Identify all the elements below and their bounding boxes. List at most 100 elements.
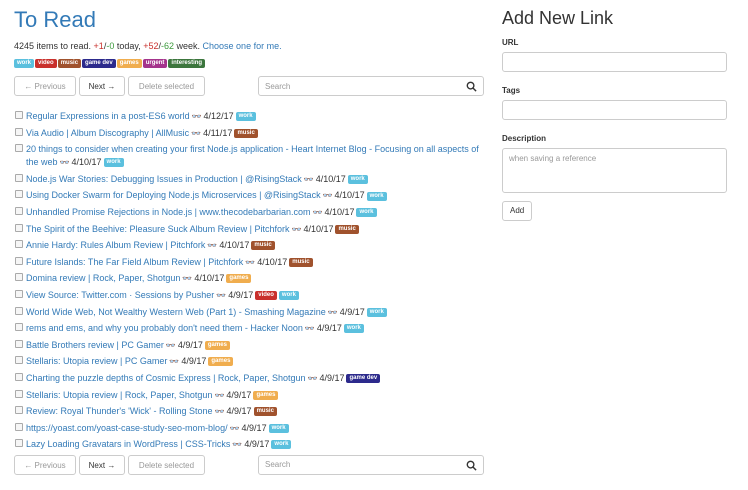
link-title[interactable]: Domina review | Rock, Paper, Shotgun [26,273,180,283]
select-checkbox[interactable] [15,273,23,282]
link-tag[interactable]: music [335,224,359,234]
glasses-icon[interactable]: 👓 [191,129,201,138]
link-tag[interactable]: work [356,208,377,218]
link-title[interactable]: Using Docker Swarm for Deploying Node.js… [26,190,321,200]
link-tag[interactable]: work [103,158,124,168]
link-tag[interactable]: work [235,112,256,122]
description-field[interactable] [502,148,727,193]
choose-random-link[interactable]: Choose one for me. [203,41,282,51]
link-tag[interactable]: work [278,291,299,301]
link-title[interactable]: Stellaris: Utopia review | Rock, Paper, … [26,390,212,400]
link-tag[interactable]: games [208,357,234,367]
glasses-icon[interactable]: 👓 [169,357,179,366]
glasses-icon[interactable]: 👓 [207,241,217,250]
link-tag[interactable]: games [204,340,230,350]
select-checkbox[interactable] [15,190,23,199]
link-title[interactable]: The Spirit of the Beehive: Pleasure Suck… [26,224,289,234]
link-tag[interactable]: music [253,407,277,417]
select-checkbox[interactable] [15,289,23,298]
tag-filter[interactable]: interesting [168,59,206,69]
link-title[interactable]: World Wide Web, Not Wealthy Western Web … [26,307,326,317]
link-tag[interactable]: games [226,274,252,284]
tag-filter[interactable]: music [57,59,82,69]
select-checkbox[interactable] [15,111,23,119]
link-title[interactable]: Stellaris: Utopia review | PC Gamer [26,356,167,366]
delete-selected-button[interactable]: Delete selected [128,76,205,96]
glasses-icon[interactable]: 👓 [182,274,192,283]
select-checkbox[interactable] [15,173,23,182]
select-checkbox[interactable] [15,127,23,136]
glasses-icon[interactable]: 👓 [192,112,202,121]
link-title[interactable]: Via Audio | Album Discography | AllMusic [26,128,189,138]
select-checkbox[interactable] [15,240,23,249]
select-checkbox[interactable] [15,356,23,365]
glasses-icon[interactable]: 👓 [215,407,225,416]
link-tag[interactable]: work [268,423,289,433]
glasses-icon[interactable]: 👓 [245,258,255,267]
link-title[interactable]: Charting the puzzle depths of Cosmic Exp… [26,373,305,383]
glasses-icon[interactable]: 👓 [307,374,317,383]
previous-button[interactable]: ← Previous [14,76,76,96]
link-title[interactable]: Future Islands: The Far Field Album Revi… [26,257,243,267]
select-checkbox[interactable] [15,439,23,448]
select-checkbox[interactable] [15,144,23,153]
select-checkbox[interactable] [15,256,23,265]
link-tag[interactable]: music [234,128,258,138]
tag-filter[interactable]: video [35,59,57,69]
glasses-icon[interactable]: 👓 [214,391,224,400]
link-tag[interactable]: work [347,174,368,184]
link-title[interactable]: rems and ems, and why you probably don't… [26,323,303,333]
link-title[interactable]: Lazy Loading Gravatars in WordPress | CS… [26,439,230,449]
glasses-icon[interactable]: 👓 [216,291,226,300]
glasses-icon[interactable]: 👓 [232,440,242,449]
link-tag[interactable]: work [366,191,387,201]
select-checkbox[interactable] [15,223,23,232]
tag-filter[interactable]: games [116,59,142,69]
glasses-icon[interactable]: 👓 [291,225,301,234]
search-icon[interactable] [466,460,477,471]
glasses-icon[interactable]: 👓 [312,208,322,217]
link-title[interactable]: Annie Hardy: Rules Album Review | Pitchf… [26,240,205,250]
glasses-icon[interactable]: 👓 [328,308,338,317]
glasses-icon[interactable]: 👓 [304,175,314,184]
link-tag[interactable]: work [271,440,292,450]
search-input-bottom[interactable] [265,457,455,472]
link-tag[interactable]: games [253,390,279,400]
glasses-icon[interactable]: 👓 [230,424,240,433]
link-title[interactable]: https://yoast.com/yoast-case-study-seo-m… [26,423,228,433]
tag-filter[interactable]: game dev [82,59,116,69]
link-title[interactable]: Unhandled Promise Rejections in Node.js … [26,207,310,217]
link-title[interactable]: Battle Brothers review | PC Gamer [26,340,164,350]
link-tag[interactable]: work [343,324,364,334]
link-title[interactable]: Regular Expressions in a post-ES6 world [26,111,190,121]
link-tag[interactable]: video [255,291,277,301]
select-checkbox[interactable] [15,406,23,415]
next-button-bottom[interactable]: Next → [79,454,125,475]
delete-selected-button-bottom[interactable]: Delete selected [128,454,205,475]
glasses-icon[interactable]: 👓 [166,341,176,350]
link-title[interactable]: View Source: Twitter.com · Sessions by P… [26,290,214,300]
url-field[interactable] [502,52,727,72]
link-tag[interactable]: work [366,307,387,317]
link-tag[interactable]: music [289,257,313,267]
glasses-icon[interactable]: 👓 [305,324,315,333]
select-checkbox[interactable] [15,372,23,381]
previous-button-bottom[interactable]: ← Previous [14,454,76,475]
search-input[interactable] [265,79,455,93]
link-title[interactable]: Review: Royal Thunder's 'Wick' - Rolling… [26,406,213,416]
glasses-icon[interactable]: 👓 [323,191,333,200]
select-checkbox[interactable] [15,422,23,431]
select-checkbox[interactable] [15,389,23,398]
next-button[interactable]: Next → [79,76,125,96]
tag-filter[interactable]: urgent [142,59,168,69]
add-button[interactable]: Add [502,201,533,221]
tag-filter[interactable]: work [14,59,35,69]
link-tag[interactable]: music [251,241,275,251]
search-icon[interactable] [466,81,477,92]
glasses-icon[interactable]: 👓 [60,158,70,167]
tags-field[interactable] [502,100,727,120]
select-checkbox[interactable] [15,206,23,215]
select-checkbox[interactable] [15,339,23,348]
select-checkbox[interactable] [15,323,23,332]
link-tag[interactable]: game dev [346,374,381,384]
